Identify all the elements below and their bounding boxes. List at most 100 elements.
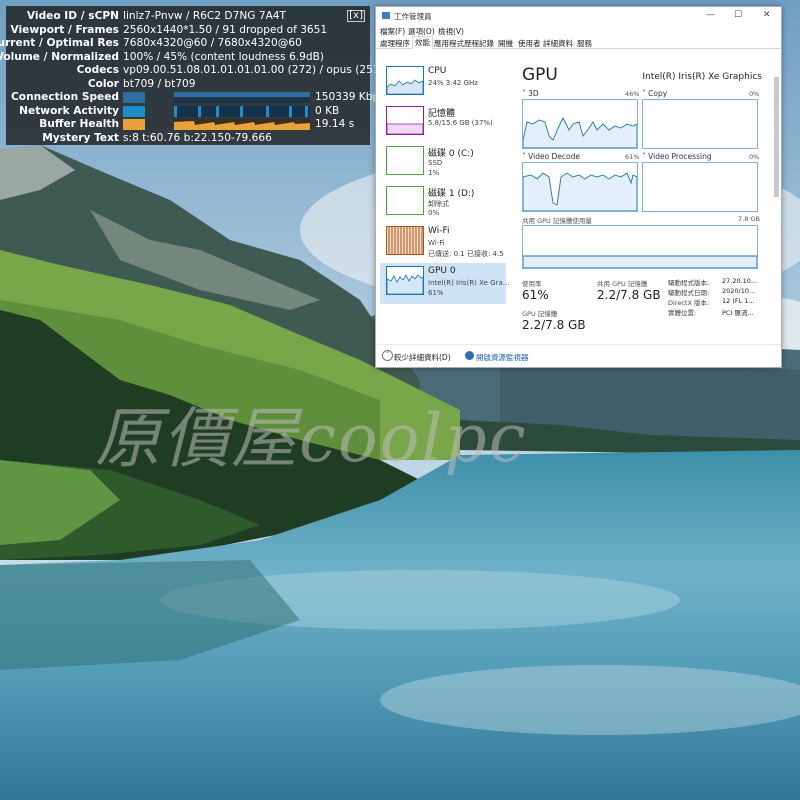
tab-performance[interactable]: 效能 <box>412 36 433 49</box>
minimize-button[interactable]: — <box>706 10 715 20</box>
memory-thumbnail-graph <box>386 106 424 135</box>
tab-details[interactable]: 詳細資料 <box>543 38 573 49</box>
stats-value: 19.14 s <box>315 118 355 130</box>
stats-value: 7680x4320@60 / 7680x4320@60 <box>123 37 302 49</box>
connection-speed-graph <box>174 92 310 103</box>
engine-video-decode-graph <box>522 162 638 212</box>
menu-file[interactable]: 檔案(F) <box>380 26 405 37</box>
cpu-thumbnail-graph <box>386 66 424 95</box>
stats-row: Viewport / Frames 2560x1440*1.50 / 91 dr… <box>6 24 370 38</box>
driver-date-label: 驅動程式日期: <box>668 289 710 297</box>
engine-copy-label[interactable]: ˅ Copy <box>642 89 667 98</box>
stats-label: Network Activity <box>19 104 119 117</box>
chevron-up-icon[interactable]: ˄ <box>382 350 393 361</box>
tab-services[interactable]: 服務 <box>577 38 592 49</box>
engine-video-decode-label[interactable]: ˅ Video Decode <box>522 152 580 161</box>
shared-gpu-memory-label: 共用 GPU 記憶體 <box>597 280 648 288</box>
stats-label: Color <box>87 77 119 90</box>
driver-date-value: 2020/10... <box>722 287 756 295</box>
network-activity-bar <box>123 105 145 117</box>
sidebar-item-detail: Wi-Fi <box>428 239 445 247</box>
stats-row: Color bt709 / bt709 <box>6 78 370 92</box>
gpu-memory-label: GPU 記憶體 <box>522 310 558 318</box>
stats-label: Current / Optimal Res <box>0 37 119 49</box>
resource-monitor-icon <box>465 351 474 360</box>
engine-copy-percent: 0% <box>749 90 760 98</box>
shared-memory-graph-max: 7.8 GB <box>738 215 760 223</box>
sidebar-item-detail: 卸除式 <box>428 200 449 208</box>
stats-row: Codecs vp09.00.51.08.01.01.01.01.00 (272… <box>6 64 384 78</box>
physical-location-value: PCI 匯流... <box>722 309 754 317</box>
stats-value: linlz7-Pnvw / R6C2 D7NG 7A4T <box>123 10 287 22</box>
sidebar-item-name: 磁碟 0 (C:) <box>428 149 474 159</box>
directx-version-label: DirectX 版本: <box>668 299 710 307</box>
utilization-value: 61% <box>522 288 549 302</box>
sidebar-item-usage: 1% <box>428 169 440 177</box>
shared-gpu-memory-value: 2.2/7.8 GB <box>597 288 661 302</box>
close-button[interactable]: ✕ <box>763 10 771 20</box>
stats-row: Current / Optimal Res 7680x4320@60 / 768… <box>0 37 370 51</box>
sidebar-item-cpu[interactable]: CPU 24% 3.42 GHz <box>380 63 506 103</box>
engine-video-processing-graph <box>642 162 758 212</box>
task-manager-icon <box>382 12 390 19</box>
stats-value: s:8 t:60.76 b:22.150-79.666 <box>123 131 272 144</box>
tab-processes[interactable]: 處理程序 <box>380 38 410 49</box>
driver-version-label: 驅動程式版本: <box>668 279 710 287</box>
sidebar-item-usage: 0% <box>428 209 440 217</box>
watermark-latin: coolpc <box>299 400 528 477</box>
open-resource-monitor-link[interactable]: 開啟資源監視器 <box>476 352 529 363</box>
connection-speed-bar <box>123 92 145 103</box>
engine-3d-label[interactable]: ˅ 3D <box>522 89 539 98</box>
stats-row: Video ID / sCPN linlz7-Pnvw / R6C2 D7NG … <box>6 10 370 24</box>
stats-row: Mystery Text s:8 t:60.76 b:22.150-79.666 <box>6 132 370 146</box>
watermark: 原價屋coolpc <box>95 385 528 481</box>
stats-value: 100% / 45% (content loudness 6.9dB) <box>123 50 325 63</box>
sidebar-item-wifi[interactable]: Wi-Fi Wi-Fi 已傳送: 0.1 已接收: 4.5 <box>380 223 506 263</box>
menu-view[interactable]: 檢視(V) <box>438 26 464 37</box>
gpu-memory-value: 2.2/7.8 GB <box>522 318 586 332</box>
engine-3d-graph <box>522 99 638 149</box>
gpu-model-name: Intel(R) Iris(R) Xe Graphics <box>642 72 762 82</box>
menu-bar: 檔案(F) 選項(O) 檢視(V) <box>376 25 781 37</box>
sidebar-item-disk-0[interactable]: 磁碟 0 (C:) SSD 1% <box>380 143 506 183</box>
scrollbar-thumb[interactable] <box>774 77 779 197</box>
engine-copy-graph <box>642 99 758 149</box>
sidebar-item-usage: 61% <box>428 289 444 297</box>
gpu-thumbnail-graph <box>386 266 424 295</box>
stats-label: Codecs <box>76 64 119 76</box>
sidebar-item-disk-1[interactable]: 磁碟 1 (D:) 卸除式 0% <box>380 183 506 223</box>
stats-row: Connection Speed 150339 Kbps <box>6 91 385 105</box>
maximize-button[interactable]: ☐ <box>734 10 742 20</box>
shared-memory-graph <box>522 225 758 269</box>
network-activity-graph <box>174 105 310 117</box>
physical-location-label: 實體位置: <box>668 309 697 317</box>
stats-label: Mystery Text <box>42 131 119 144</box>
sidebar-item-memory[interactable]: 記憶體 5.8/15.6 GB (37%) <box>380 103 506 143</box>
engine-video-processing-percent: 0% <box>749 153 760 161</box>
directx-version-value: 12 (FL 1... <box>722 297 755 305</box>
utilization-label: 使用率 <box>522 280 542 288</box>
sidebar-item-usage: 已傳送: 0.1 已接收: 4.5 <box>428 250 504 258</box>
sidebar-item-detail: SSD <box>428 159 443 167</box>
shared-memory-graph-label: 共用 GPU 記憶體使用量 <box>522 217 592 225</box>
vertical-scrollbar[interactable] <box>773 65 780 340</box>
watermark-cjk: 原價屋 <box>95 400 299 477</box>
stats-value: vp09.00.51.08.01.01.01.01.00 (272) / opu… <box>123 64 384 76</box>
task-manager-window: 工作管理員 — ☐ ✕ 檔案(F) 選項(O) 檢視(V) 處理程序 效能 應用… <box>375 6 782 368</box>
tab-users[interactable]: 使用者 <box>518 38 541 49</box>
stats-label: Video ID / sCPN <box>26 10 119 22</box>
sidebar-item-detail: Intel(R) Iris(R) Xe Gra... <box>428 279 510 287</box>
title-bar[interactable]: 工作管理員 — ☐ ✕ <box>376 7 781 25</box>
tab-app-history[interactable]: 應用程式歷程記錄 <box>434 38 494 49</box>
stats-value: bt709 / bt709 <box>123 77 196 90</box>
engine-video-processing-label[interactable]: ˅ Video Processing <box>642 152 712 161</box>
sidebar-item-gpu-0[interactable]: GPU 0 Intel(R) Iris(R) Xe Gra... 61% <box>380 263 510 304</box>
fewer-details-link[interactable]: 較少詳細資料(D) <box>394 352 451 363</box>
stats-for-nerds-panel: [x] Video ID / sCPN linlz7-Pnvw / R6C2 D… <box>0 6 385 146</box>
stats-label: Volume / Normalized <box>0 50 119 63</box>
stats-row: Buffer Health 19.14 s <box>6 118 370 132</box>
buffer-health-bar <box>123 119 145 130</box>
tab-startup[interactable]: 開機 <box>498 38 513 49</box>
stats-value: 2560x1440*1.50 / 91 dropped of 3651 <box>123 23 328 36</box>
wifi-thumbnail-graph <box>386 226 424 255</box>
